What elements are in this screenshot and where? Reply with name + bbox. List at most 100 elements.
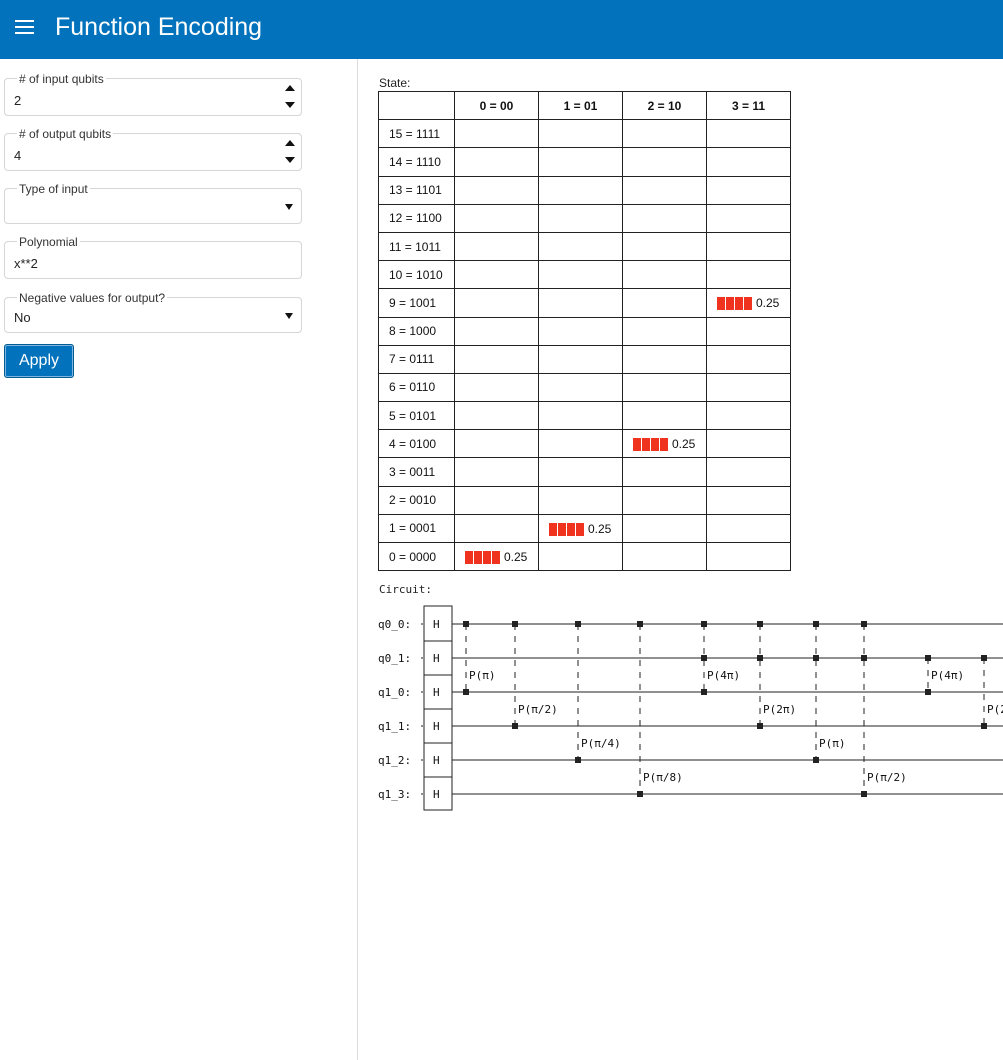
state-cell (538, 260, 623, 290)
target-dot (925, 689, 931, 695)
table-row: 4 = 0100 0.25 (378, 429, 791, 459)
wire-label: q1_2: (378, 754, 411, 767)
control-dot (813, 655, 819, 661)
wire-label: q1_3: (378, 788, 411, 801)
state-cell (706, 485, 791, 515)
state-cell (622, 316, 707, 346)
state-cell (454, 147, 539, 177)
state-cell (706, 344, 791, 374)
row-label: 2 = 0010 (378, 485, 455, 515)
chevron-down-icon[interactable] (285, 204, 293, 210)
phase-gate-label: P(π) (469, 669, 496, 682)
state-cell (538, 372, 623, 403)
chevron-down-icon[interactable] (285, 313, 293, 319)
amplitude-value: 0.25 (756, 296, 780, 311)
settings-sidebar: # of input qubits 2 # of output qubits 4… (0, 59, 358, 1060)
table-row: 12 = 1100 (378, 203, 791, 233)
row-label: 10 = 1010 (378, 260, 455, 290)
negative-values-select[interactable]: Negative values for output? No (4, 292, 302, 333)
state-cell: 0.25 (706, 288, 791, 318)
table-row: 8 = 1000 (378, 316, 791, 346)
probability-bar (633, 437, 669, 452)
input-qubits-label: # of input qubits (17, 72, 106, 86)
input-qubits-field[interactable]: # of input qubits 2 (4, 73, 302, 116)
amplitude-value: 0.25 (588, 521, 612, 536)
spin-down-icon[interactable] (285, 102, 295, 108)
control-dot (512, 621, 518, 627)
table-row: 2 = 0010 (378, 485, 791, 515)
control-dot (575, 621, 581, 627)
control-dot (463, 621, 469, 627)
table-row: 7 = 0111 (378, 344, 791, 374)
state-cell (622, 231, 707, 262)
app-bar: Function Encoding (0, 0, 1003, 59)
state-cell (622, 485, 707, 515)
row-label: 13 = 1101 (378, 175, 455, 205)
table-row: 1 = 0001 0.25 (378, 513, 791, 544)
state-cell (706, 316, 791, 346)
state-cell (706, 175, 791, 205)
table-row: 6 = 0110 (378, 372, 791, 403)
state-cell (454, 485, 539, 515)
control-dot (981, 655, 987, 661)
state-cell (454, 429, 539, 459)
probability-bar (717, 296, 753, 311)
target-dot (463, 689, 469, 695)
state-cell (538, 429, 623, 459)
state-cell (622, 147, 707, 177)
wire-label: q0_1: (378, 652, 411, 665)
hadamard-gate: H (433, 686, 440, 699)
row-label: 1 = 0001 (378, 513, 455, 544)
polynomial-input[interactable]: x**2 (14, 256, 38, 271)
wire-label: q1_1: (378, 720, 411, 733)
state-cell (622, 541, 707, 572)
state-header-row: 0 = 00 1 = 01 2 = 10 3 = 11 (378, 90, 791, 121)
state-cell (622, 288, 707, 318)
hadamard-gate: H (433, 754, 440, 767)
output-qubits-label: # of output qubits (17, 127, 114, 141)
phase-gate-label: P(π/2) (867, 771, 907, 784)
menu-icon[interactable] (15, 19, 34, 36)
state-cell (454, 260, 539, 290)
target-dot (861, 791, 867, 797)
state-cell (538, 316, 623, 346)
apply-button[interactable]: Apply (4, 344, 74, 378)
state-cell (706, 429, 791, 459)
input-qubits-stepper[interactable] (285, 83, 295, 111)
state-cell: 0.25 (538, 513, 623, 544)
hadamard-gate: H (433, 652, 440, 665)
state-cell (622, 457, 707, 487)
control-dot (701, 621, 707, 627)
input-type-select[interactable]: Type of input (4, 183, 302, 224)
target-dot (757, 723, 763, 729)
wire-label: q1_0: (378, 686, 411, 699)
spin-up-icon[interactable] (285, 140, 295, 146)
circuit-label: Circuit: (379, 583, 432, 596)
spin-down-icon[interactable] (285, 157, 295, 163)
state-cell (538, 147, 623, 177)
spin-up-icon[interactable] (285, 85, 295, 91)
table-row: 14 = 1110 (378, 147, 791, 177)
state-cell (538, 175, 623, 205)
control-dot (925, 655, 931, 661)
phase-gate-label: P(2 (987, 703, 1003, 716)
state-cell (454, 344, 539, 374)
row-label: 4 = 0100 (378, 429, 455, 459)
hadamard-gate: H (433, 720, 440, 733)
row-label: 7 = 0111 (378, 344, 455, 374)
state-cell (622, 203, 707, 233)
table-row: 13 = 1101 (378, 175, 791, 205)
state-cell (538, 231, 623, 262)
input-qubits-value[interactable]: 2 (14, 93, 21, 108)
output-qubits-stepper[interactable] (285, 138, 295, 166)
state-cell (706, 457, 791, 487)
polynomial-field[interactable]: Polynomial x**2 (4, 236, 302, 279)
output-qubits-value[interactable]: 4 (14, 148, 21, 163)
row-label: 8 = 1000 (378, 316, 455, 346)
state-cell (454, 119, 539, 149)
column-header: 1 = 01 (538, 90, 623, 121)
output-qubits-field[interactable]: # of output qubits 4 (4, 128, 302, 171)
state-cell (622, 260, 707, 290)
phase-gate-label: P(π/4) (581, 737, 621, 750)
probability-bar (465, 550, 501, 565)
